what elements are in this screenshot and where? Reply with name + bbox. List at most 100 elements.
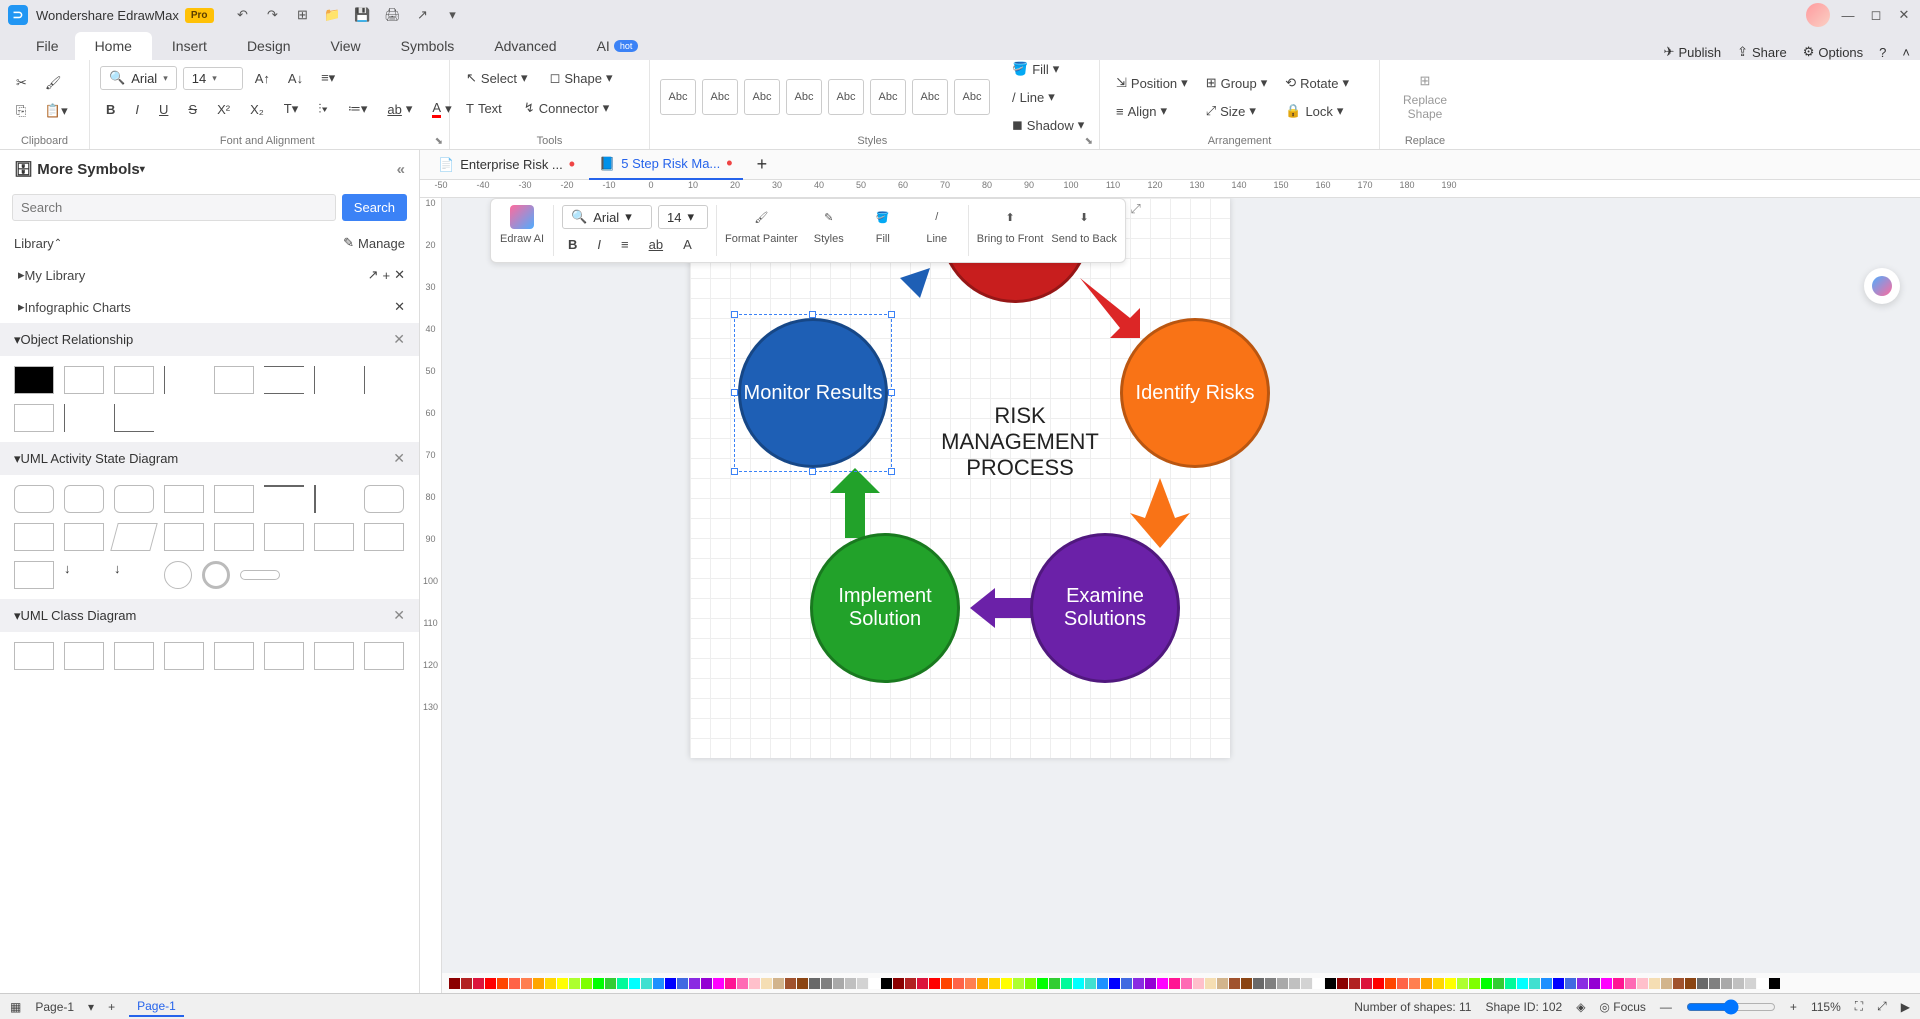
color-swatch[interactable]: [1649, 978, 1660, 989]
open-button[interactable]: 📁: [324, 6, 342, 24]
bring-to-front-button[interactable]: ⬆Bring to Front: [977, 205, 1044, 245]
shape-thumb[interactable]: [14, 404, 54, 432]
color-swatch[interactable]: [1469, 978, 1480, 989]
superscript-button[interactable]: X²: [211, 98, 236, 121]
color-swatch[interactable]: [545, 978, 556, 989]
select-tool[interactable]: ↖ Select ▾: [460, 66, 534, 90]
color-swatch[interactable]: [1025, 978, 1036, 989]
align-button[interactable]: ≡ Align▾: [1110, 99, 1194, 123]
italic-button[interactable]: I: [129, 98, 145, 121]
color-swatch[interactable]: [1217, 978, 1228, 989]
color-swatch[interactable]: [785, 978, 796, 989]
text-options-button[interactable]: T▾: [278, 97, 304, 121]
shape-thumb[interactable]: [314, 485, 354, 513]
export-button[interactable]: ↗: [414, 6, 432, 24]
options-button[interactable]: ⚙ Options: [1803, 44, 1863, 60]
doc-tab-2[interactable]: 📘 5 Step Risk Ma... •: [589, 149, 742, 180]
paste-brush-button[interactable]: 🖌: [39, 71, 74, 95]
shape-thumb[interactable]: [264, 642, 304, 670]
color-swatch[interactable]: [461, 978, 472, 989]
color-swatch[interactable]: [1229, 978, 1240, 989]
color-swatch[interactable]: [1637, 978, 1648, 989]
color-swatch[interactable]: [521, 978, 532, 989]
color-swatch[interactable]: [1169, 978, 1180, 989]
color-swatch[interactable]: [1001, 978, 1012, 989]
color-swatch[interactable]: [1037, 978, 1048, 989]
copy-button[interactable]: ⎘: [10, 99, 33, 123]
object-relationship-section[interactable]: ▾ Object Relationship✕: [0, 323, 419, 356]
color-swatch[interactable]: [1085, 978, 1096, 989]
color-swatch[interactable]: [689, 978, 700, 989]
color-swatch[interactable]: [773, 978, 784, 989]
color-swatch[interactable]: [1577, 978, 1588, 989]
circle-implement-solution[interactable]: Implement Solution: [810, 533, 960, 683]
shape-thumb[interactable]: ↓: [64, 561, 104, 589]
color-swatch[interactable]: [905, 978, 916, 989]
qat-more-button[interactable]: ▾: [444, 6, 462, 24]
color-swatch[interactable]: [1673, 978, 1684, 989]
color-swatch[interactable]: [809, 978, 820, 989]
focus-button[interactable]: ◎ Focus: [1599, 1000, 1646, 1014]
text-align-button[interactable]: ≡▾: [315, 66, 341, 90]
shape-thumb[interactable]: [14, 523, 54, 551]
subscript-button[interactable]: X₂: [244, 98, 270, 121]
send-to-back-button[interactable]: ⬇Send to Back: [1051, 205, 1116, 245]
shape-thumb[interactable]: [214, 523, 254, 551]
float-styles-button[interactable]: ✎Styles: [806, 205, 852, 245]
ai-assistant-orb[interactable]: [1864, 268, 1900, 304]
color-swatch[interactable]: [989, 978, 1000, 989]
style-preset[interactable]: Abc: [828, 79, 864, 115]
color-swatch[interactable]: [1745, 978, 1756, 989]
color-swatch[interactable]: [1589, 978, 1600, 989]
shape-thumb[interactable]: [114, 642, 154, 670]
menu-advanced[interactable]: Advanced: [474, 32, 576, 60]
color-swatch[interactable]: [449, 978, 460, 989]
color-swatch[interactable]: [821, 978, 832, 989]
color-swatch[interactable]: [1721, 978, 1732, 989]
color-swatch[interactable]: [965, 978, 976, 989]
doc-tab-1[interactable]: 📄 Enterprise Risk ... •: [428, 150, 585, 179]
line-button[interactable]: / Line ▾: [1006, 85, 1090, 109]
color-swatch[interactable]: [617, 978, 628, 989]
float-fontcolor[interactable]: A: [677, 233, 698, 256]
color-swatch[interactable]: [1109, 978, 1120, 989]
color-swatch[interactable]: [1421, 978, 1432, 989]
my-library-item[interactable]: My Library: [25, 268, 86, 283]
float-textdir[interactable]: ab: [643, 233, 669, 256]
style-preset[interactable]: Abc: [786, 79, 822, 115]
shape-thumb[interactable]: [214, 485, 254, 513]
uml-activity-section[interactable]: ▾ UML Activity State Diagram✕: [0, 442, 419, 475]
shape-thumb[interactable]: [64, 404, 104, 432]
color-swatch[interactable]: [929, 978, 940, 989]
menu-view[interactable]: View: [311, 32, 381, 60]
color-swatch[interactable]: [1481, 978, 1492, 989]
menu-insert[interactable]: Insert: [152, 32, 227, 60]
color-swatch[interactable]: [485, 978, 496, 989]
fit-page-button[interactable]: ⛶: [1855, 999, 1863, 1014]
shape-thumb[interactable]: [164, 485, 204, 513]
float-italic[interactable]: I: [591, 233, 607, 256]
color-swatch[interactable]: [1769, 978, 1780, 989]
shape-thumb[interactable]: [314, 642, 354, 670]
color-swatch[interactable]: [497, 978, 508, 989]
redo-button[interactable]: ↷: [264, 6, 282, 24]
close-button[interactable]: ✕: [1896, 7, 1912, 23]
color-swatch[interactable]: [1301, 978, 1312, 989]
color-swatch[interactable]: [473, 978, 484, 989]
shape-thumb[interactable]: [164, 523, 204, 551]
shape-thumb[interactable]: [64, 366, 104, 394]
text-tool[interactable]: T Text: [460, 96, 508, 120]
float-size-select[interactable]: 14 ▾: [658, 205, 708, 229]
underline-button[interactable]: U: [153, 98, 174, 121]
shape-thumb[interactable]: [214, 366, 254, 394]
new-button[interactable]: ⊞: [294, 6, 312, 24]
shape-thumb[interactable]: [14, 642, 54, 670]
color-swatch[interactable]: [1397, 978, 1408, 989]
infographic-charts-item[interactable]: Infographic Charts: [25, 300, 131, 315]
color-swatch[interactable]: [569, 978, 580, 989]
color-swatch[interactable]: [1553, 978, 1564, 989]
style-preset[interactable]: Abc: [702, 79, 738, 115]
color-swatch[interactable]: [1361, 978, 1372, 989]
text-direction-button[interactable]: ab▾: [381, 97, 418, 121]
canvas-page[interactable]: Identify Risks Examine Solutions Impleme…: [690, 198, 1230, 758]
